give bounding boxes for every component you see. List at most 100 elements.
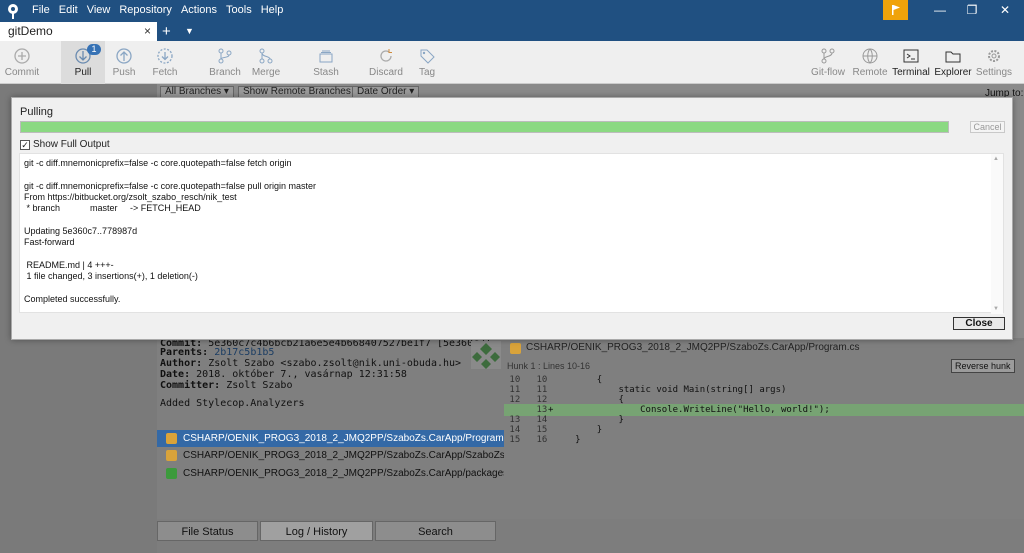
output-line: git -c diff.mnemonicprefix=false -c core… bbox=[24, 158, 292, 168]
maximize-button[interactable]: ❐ bbox=[957, 2, 987, 18]
explorer-button[interactable]: Explorer bbox=[931, 41, 975, 84]
terminal-icon bbox=[903, 49, 919, 63]
file-path: CSHARP/OENIK_PROG3_2018_2_JMQ2PP/SzaboZs… bbox=[183, 450, 504, 461]
menu-repository[interactable]: Repository bbox=[119, 4, 172, 16]
tab-close-icon[interactable]: × bbox=[144, 22, 151, 41]
sourcetree-logo-icon bbox=[8, 4, 18, 19]
author-label: Author: bbox=[160, 358, 203, 369]
push-button[interactable]: Push bbox=[102, 41, 146, 84]
file-row[interactable]: CSHARP/OENIK_PROG3_2018_2_JMQ2PP/SzaboZs… bbox=[157, 447, 504, 464]
date-value: 2018. október 7., vasárnap 12:31:58 bbox=[196, 369, 407, 380]
push-label: Push bbox=[112, 67, 136, 78]
gitflow-label: Git-flow bbox=[811, 67, 845, 78]
commit-label: Commit bbox=[4, 67, 40, 78]
folder-icon bbox=[945, 51, 961, 63]
file-path: CSHARP/OENIK_PROG3_2018_2_JMQ2PP/SzaboZs… bbox=[183, 468, 504, 479]
author-value: Zsolt Szabo <szabo.zsolt@nik.uni-obuda.h… bbox=[208, 358, 462, 369]
file-row[interactable]: CSHARP/OENIK_PROG3_2018_2_JMQ2PP/SzaboZs… bbox=[157, 430, 504, 447]
tab-gitdemo[interactable]: gitDemo × bbox=[0, 22, 157, 41]
show-full-output-label: Show Full Output bbox=[33, 139, 110, 150]
close-button[interactable]: Close bbox=[953, 317, 1005, 330]
date-label: Date: bbox=[160, 369, 191, 380]
output-line: Updating 5e360c7..778987d bbox=[24, 225, 138, 236]
file-row[interactable]: CSHARP/OENIK_PROG3_2018_2_JMQ2PP/SzaboZs… bbox=[157, 465, 504, 482]
parents-label: Parents: bbox=[160, 347, 209, 358]
modified-file-icon bbox=[510, 343, 521, 354]
committer-label: Committer: bbox=[160, 380, 221, 391]
output-line: Completed successfully. bbox=[24, 293, 121, 304]
fetch-icon bbox=[157, 48, 173, 64]
output-line: 1 file changed, 3 insertions(+), 1 delet… bbox=[24, 271, 198, 281]
output-line: Fast-forward bbox=[24, 237, 75, 248]
commit-message: Added Stylecop.Analyzers bbox=[160, 398, 305, 409]
discard-button[interactable]: Discard bbox=[364, 41, 408, 84]
bottom-tab-bar: File Status Log / History Search bbox=[157, 521, 504, 541]
settings-label: Settings bbox=[975, 67, 1013, 78]
pull-label: Pull bbox=[74, 67, 92, 78]
stash-button[interactable]: Stash bbox=[304, 41, 348, 84]
show-full-output-row[interactable]: ✓ Show Full Output bbox=[20, 138, 110, 151]
menu-bar: File Edit View Repository Actions Tools … bbox=[32, 4, 292, 16]
menu-actions[interactable]: Actions bbox=[181, 4, 217, 16]
repo-tab-bar: gitDemo × + ▼ bbox=[0, 22, 1024, 41]
menu-edit[interactable]: Edit bbox=[59, 4, 78, 16]
remote-button[interactable]: Remote bbox=[848, 41, 892, 84]
merge-label: Merge bbox=[251, 67, 281, 78]
add-tab-button[interactable]: + bbox=[162, 22, 171, 41]
settings-button[interactable]: Settings bbox=[972, 41, 1016, 84]
close-window-button[interactable]: ✕ bbox=[990, 2, 1020, 18]
notification-flag-icon[interactable] bbox=[883, 0, 908, 20]
output-line: * branch master -> FETCH_HEAD bbox=[24, 203, 201, 214]
fetch-label: Fetch bbox=[152, 67, 178, 78]
tab-search[interactable]: Search bbox=[375, 521, 496, 541]
avatar bbox=[471, 341, 501, 369]
tag-icon bbox=[420, 49, 435, 64]
scroll-down-icon[interactable]: ▼ bbox=[993, 306, 999, 312]
tab-dropdown-icon[interactable]: ▼ bbox=[185, 22, 194, 41]
fetch-button[interactable]: Fetch bbox=[143, 41, 187, 84]
added-file-icon bbox=[166, 468, 177, 479]
diff-code: } bbox=[553, 435, 581, 445]
gitflow-icon bbox=[821, 48, 835, 64]
show-full-output-checkbox[interactable]: ✓ bbox=[20, 139, 30, 150]
menu-view[interactable]: View bbox=[87, 4, 111, 16]
pull-button[interactable]: 1 Pull bbox=[61, 41, 105, 84]
gitflow-button[interactable]: Git-flow bbox=[806, 41, 850, 84]
toolbar: Commit 1 Pull Push Fetch Branch Merge St… bbox=[0, 41, 1024, 84]
reverse-hunk-button[interactable]: Reverse hunk bbox=[951, 359, 1015, 373]
parent-hash-link[interactable]: 2b17c5b1b5 bbox=[214, 347, 274, 358]
menu-file[interactable]: File bbox=[32, 4, 50, 16]
scroll-up-icon[interactable]: ▲ bbox=[993, 156, 999, 162]
progress-bar bbox=[20, 121, 949, 133]
diff-context-line: 15 16 } bbox=[504, 434, 1024, 446]
tab-log-history[interactable]: Log / History bbox=[260, 521, 373, 541]
menu-help[interactable]: Help bbox=[261, 4, 284, 16]
menu-tools[interactable]: Tools bbox=[226, 4, 252, 16]
branch-button[interactable]: Branch bbox=[203, 41, 247, 84]
stash-icon bbox=[319, 50, 333, 63]
output-scrollbar[interactable]: ▲ ▼ bbox=[991, 154, 1003, 314]
terminal-button[interactable]: Terminal bbox=[889, 41, 933, 84]
pull-count-badge: 1 bbox=[87, 44, 101, 55]
diff-view: CSHARP/OENIK_PROG3_2018_2_JMQ2PP/SzaboZs… bbox=[504, 341, 1024, 519]
graph-scrollbar[interactable] bbox=[1013, 98, 1024, 338]
discard-icon bbox=[380, 49, 392, 62]
tag-button[interactable]: Tag bbox=[405, 41, 449, 84]
minimize-button[interactable]: — bbox=[925, 2, 955, 18]
commit-button[interactable]: Commit bbox=[0, 41, 44, 84]
commit-details: Commit: 5e360c7c4b6bcb21a6e5e4b668407527… bbox=[157, 338, 504, 429]
modified-file-icon bbox=[166, 433, 177, 444]
output-line: git -c diff.mnemonicprefix=false -c core… bbox=[24, 180, 316, 191]
diff-file-header: CSHARP/OENIK_PROG3_2018_2_JMQ2PP/SzaboZs… bbox=[504, 341, 1024, 357]
diff-file-path: CSHARP/OENIK_PROG3_2018_2_JMQ2PP/SzaboZs… bbox=[526, 342, 860, 353]
dialog-title: Pulling bbox=[20, 106, 54, 118]
merge-button[interactable]: Merge bbox=[244, 41, 288, 84]
output-line: README.md | 4 +++- bbox=[24, 259, 114, 270]
cancel-button[interactable]: Cancel bbox=[970, 121, 1005, 133]
progress-fill bbox=[21, 122, 948, 132]
tab-file-status[interactable]: File Status bbox=[157, 521, 258, 541]
changed-files-list: CSHARP/OENIK_PROG3_2018_2_JMQ2PP/SzaboZs… bbox=[157, 429, 504, 519]
discard-label: Discard bbox=[369, 67, 403, 78]
branch-label: Branch bbox=[209, 67, 241, 78]
line-numbers: 15 16 bbox=[504, 435, 548, 445]
